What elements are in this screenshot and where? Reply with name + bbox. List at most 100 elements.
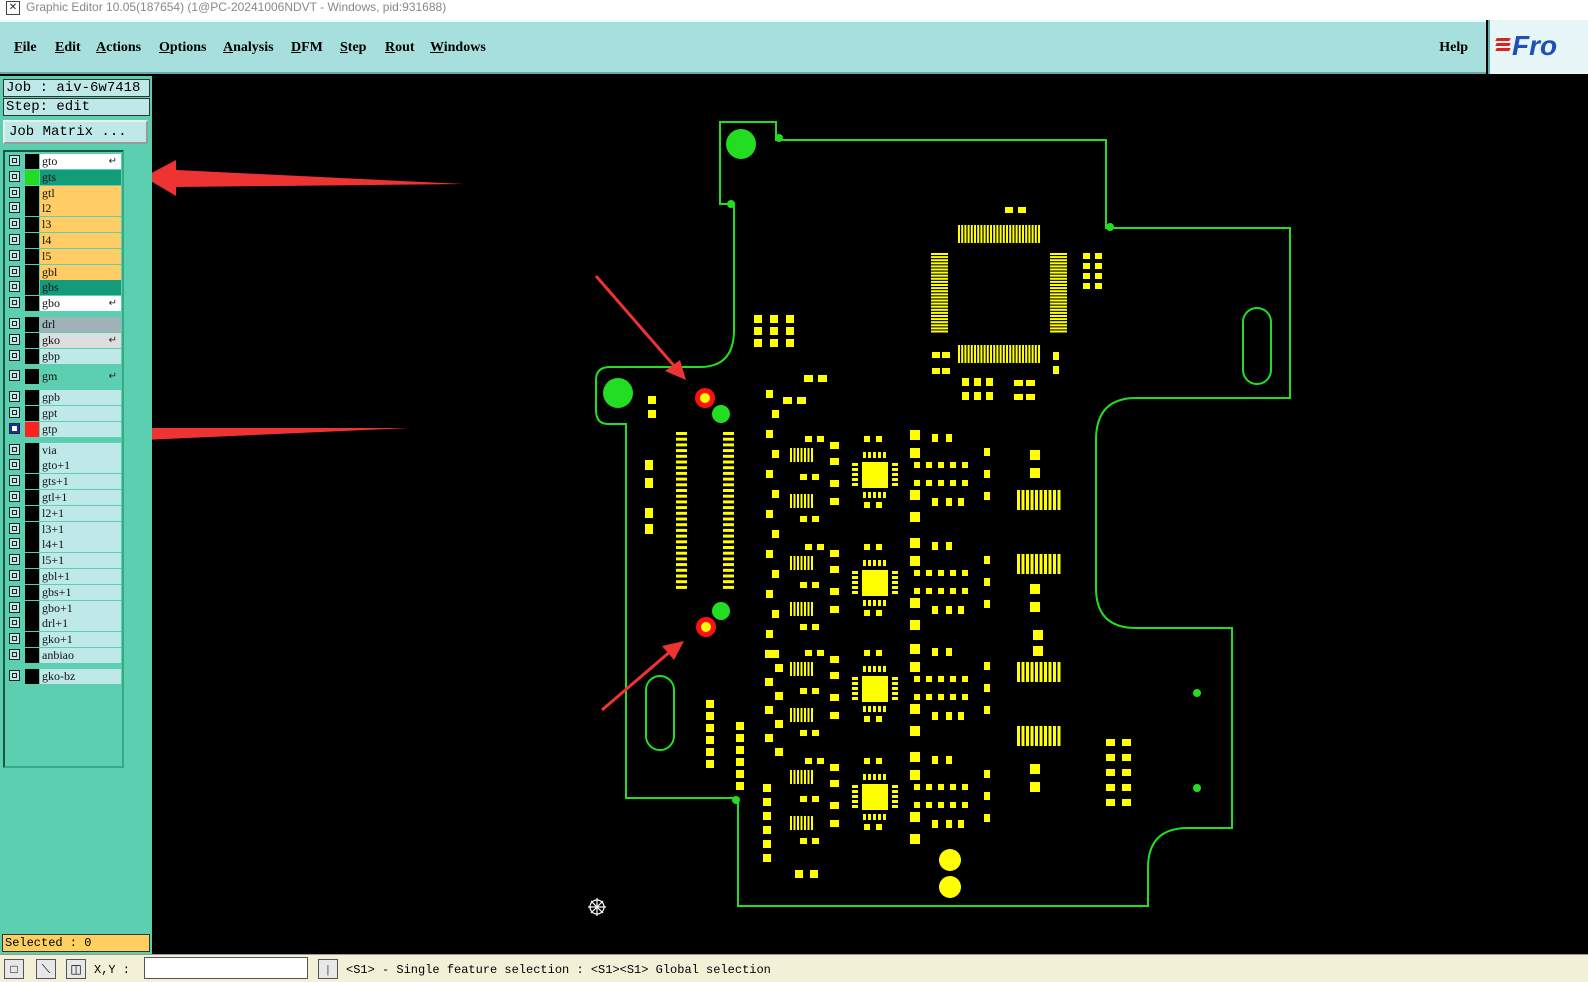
menu-step[interactable]: Step <box>340 40 366 56</box>
menu-options[interactable]: Options <box>159 40 206 56</box>
layer-row-via[interactable]: via <box>7 442 123 458</box>
layer-row-l5+1[interactable]: l5+1 <box>7 553 123 569</box>
layer-checkbox[interactable] <box>9 186 20 198</box>
layer-checkbox[interactable] <box>9 170 20 182</box>
layer-row-gbs+1[interactable]: gbs+1 <box>7 584 123 600</box>
layer-checkbox[interactable] <box>9 318 20 329</box>
layer-row-gbl+1[interactable]: gbl+1 <box>7 569 123 584</box>
layer-color-swatch <box>25 569 39 584</box>
qfn-pin <box>852 682 858 685</box>
pan-icon[interactable]: ◫ <box>66 959 86 979</box>
sot-pin <box>804 816 806 830</box>
layer-row-drl+1[interactable]: drl+1 <box>7 616 123 632</box>
layer-row-l3+1[interactable]: l3+1 <box>7 521 123 537</box>
pcb-canvas[interactable] <box>152 76 1588 954</box>
layer-checkbox[interactable] <box>9 218 20 230</box>
layer-checkbox[interactable] <box>9 459 20 471</box>
layer-row-gpt[interactable]: gpt <box>7 406 123 421</box>
layer-checkbox[interactable] <box>9 633 20 645</box>
layer-row-l3[interactable]: l3 <box>7 217 123 233</box>
layer-checkbox[interactable] <box>9 422 20 434</box>
layer-row-gpb[interactable]: gpb <box>7 390 123 406</box>
zoom-icon[interactable]: □ <box>4 959 24 979</box>
layer-checkbox[interactable] <box>9 475 20 487</box>
layer-row-gtp[interactable]: gtp <box>7 421 123 437</box>
layer-checkbox[interactable] <box>9 538 20 550</box>
layer-checkbox[interactable] <box>9 370 20 382</box>
pad <box>1030 764 1040 774</box>
menu-rout[interactable]: Rout <box>385 40 415 56</box>
layer-checkbox[interactable] <box>9 649 20 660</box>
layer-checkbox[interactable] <box>9 407 20 418</box>
toggle-icon[interactable]: | <box>318 959 338 979</box>
layer-row-gtl+1[interactable]: gtl+1 <box>7 490 123 505</box>
menu-help[interactable]: Help <box>1439 40 1468 56</box>
layer-row-gto+1[interactable]: gto+1 <box>7 458 123 474</box>
layer-row-l4+1[interactable]: l4+1 <box>7 537 123 553</box>
layer-row-gtl[interactable]: gtl <box>7 185 123 201</box>
layer-row-gbp[interactable]: gbp <box>7 348 123 364</box>
pad <box>800 688 807 694</box>
layer-row-l2[interactable]: l2 <box>7 201 123 217</box>
pad <box>910 598 920 608</box>
sot-pin <box>804 494 806 508</box>
layer-checkbox[interactable] <box>9 617 20 629</box>
qfn-pin <box>892 463 898 466</box>
pad <box>736 734 744 742</box>
layer-checkbox[interactable] <box>9 155 20 166</box>
layer-row-gko[interactable]: gko ↵ <box>7 332 123 348</box>
layer-checkbox[interactable] <box>9 234 20 245</box>
menu-dfm[interactable]: DFM <box>291 40 323 56</box>
layer-checkbox[interactable] <box>9 265 20 277</box>
layer-checkbox[interactable] <box>9 522 20 534</box>
qfp-pin <box>961 345 964 363</box>
layer-checkbox[interactable] <box>9 281 20 293</box>
layer-checkbox[interactable] <box>9 585 20 597</box>
layer-row-gbs[interactable]: gbs <box>7 280 123 296</box>
layer-row-gts[interactable]: gts <box>7 169 123 185</box>
layer-row-l5[interactable]: l5 <box>7 248 123 264</box>
layer-row-drl[interactable]: drl <box>7 317 123 332</box>
layer-checkbox[interactable] <box>9 202 20 214</box>
layer-row-gts+1[interactable]: gts+1 <box>7 474 123 490</box>
qfn-pin <box>852 463 858 466</box>
xy-input[interactable] <box>144 957 308 979</box>
job-matrix-button[interactable]: Job Matrix ... <box>3 120 148 144</box>
pad <box>830 694 839 701</box>
arrow-to-gtp <box>152 428 410 440</box>
menu-windows[interactable]: Windows <box>430 40 486 56</box>
layer-checkbox[interactable] <box>9 297 20 309</box>
menu-actions[interactable]: Actions <box>96 40 141 56</box>
layer-checkbox[interactable] <box>9 349 20 361</box>
sot-pin <box>811 770 813 784</box>
layer-checkbox[interactable] <box>9 249 20 261</box>
layer-checkbox[interactable] <box>9 669 20 681</box>
layer-row-l4[interactable]: l4 <box>7 233 123 248</box>
layer-row-gm[interactable]: gm ↵ <box>7 369 123 385</box>
menu-edit[interactable]: Edit <box>55 40 81 56</box>
layer-checkbox[interactable] <box>9 601 20 613</box>
layer-row-gbo[interactable]: gbo ↵ <box>7 296 123 312</box>
layer-row-gbo+1[interactable]: gbo+1 <box>7 600 123 616</box>
layer-checkbox[interactable] <box>9 391 20 403</box>
pad <box>962 378 969 386</box>
layer-row-gbl[interactable]: gbl <box>7 264 123 280</box>
layer-color-swatch <box>25 332 39 348</box>
layer-row-gto[interactable]: gto ↵ <box>7 154 123 169</box>
layer-checkbox[interactable] <box>9 554 20 566</box>
layer-checkbox[interactable] <box>9 333 20 345</box>
layer-row-anbiao[interactable]: anbiao <box>7 648 123 663</box>
qfp-pin <box>931 305 948 308</box>
pad <box>800 516 807 522</box>
layer-checkbox[interactable] <box>9 570 20 581</box>
menu-file[interactable]: File <box>14 40 37 56</box>
layer-row-gko+1[interactable]: gko+1 <box>7 632 123 648</box>
layer-checkbox[interactable] <box>9 491 20 502</box>
layer-checkbox[interactable] <box>9 443 20 455</box>
layer-row-l2+1[interactable]: l2+1 <box>7 505 123 521</box>
layer-checkbox[interactable] <box>9 506 20 518</box>
select-icon[interactable]: ⟍ <box>36 959 56 979</box>
connector-pin <box>676 540 687 544</box>
layer-row-gko-bz[interactable]: gko-bz <box>7 668 123 684</box>
menu-analysis[interactable]: Analysis <box>223 40 274 56</box>
